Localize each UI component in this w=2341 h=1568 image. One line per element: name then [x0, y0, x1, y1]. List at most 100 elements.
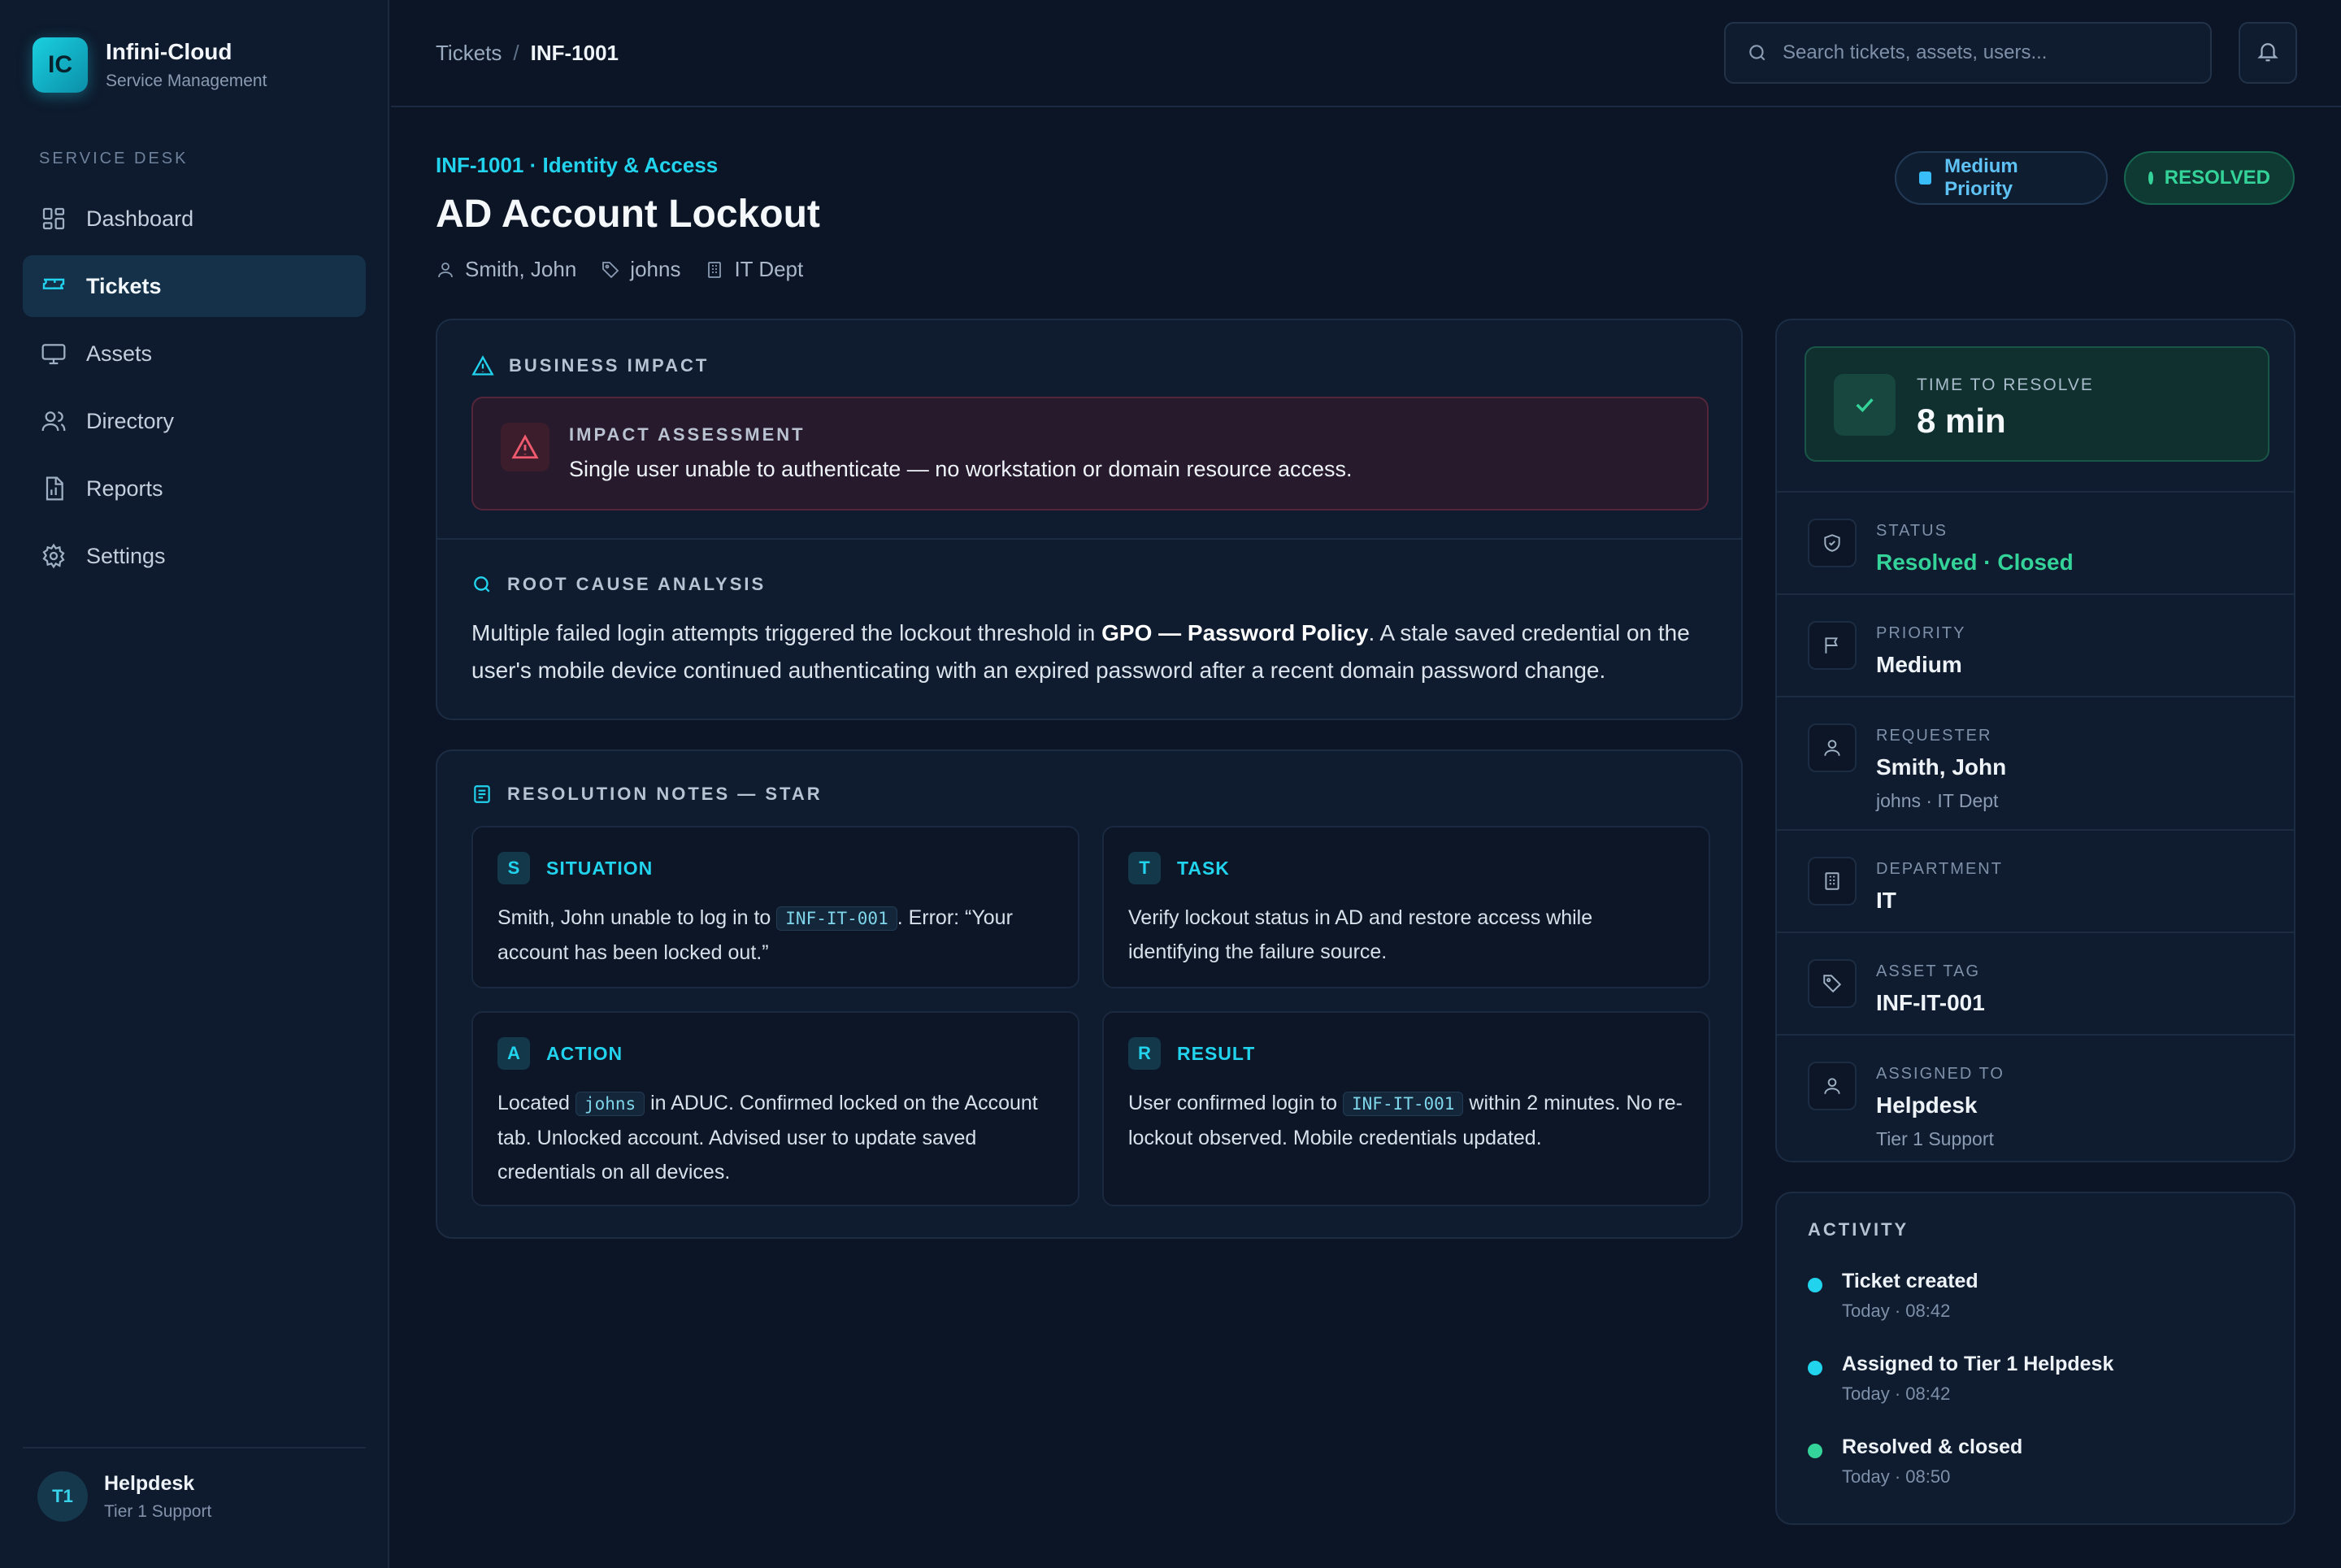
- sidebar-item-label: Settings: [86, 543, 166, 568]
- search-icon: [474, 576, 490, 593]
- topbar: Tickets / INF-1001 Search tickets, assets,…: [391, 0, 2341, 107]
- sidebar-nav: Dashboard Tickets Assets Directory Repor…: [23, 188, 366, 593]
- building-icon: [708, 261, 722, 278]
- tag-icon: [1808, 959, 1857, 1008]
- star-action: A ACTION Located johns in ADUC. Confirmed…: [471, 1011, 1079, 1206]
- priority-badge[interactable]: Medium Priority: [1895, 151, 2108, 205]
- detail-status: STATUS Resolved · Closed: [1777, 491, 2294, 593]
- sidebar-item-tickets[interactable]: Tickets: [23, 255, 366, 317]
- situation-text-start: Smith, John unable to log in to: [497, 906, 777, 929]
- brand-logo: IC: [33, 37, 88, 93]
- nav-section-label: SERVICE DESK: [39, 150, 189, 167]
- users-icon: [39, 406, 68, 436]
- breadcrumb-parent[interactable]: Tickets: [436, 41, 502, 65]
- ticket-details-panel: TIME TO RESOLVE 8 min STATUS Resolved · …: [1775, 319, 2295, 1162]
- star-situation: S SITUATION Smith, John unable to log in …: [471, 826, 1079, 988]
- time-to-resolve: TIME TO RESOLVE 8 min: [1805, 346, 2269, 462]
- status-badge-label: RESOLVED: [2164, 167, 2270, 189]
- impact-assessment-label: IMPACT ASSESSMENT: [569, 424, 806, 445]
- sidebar-item-settings[interactable]: Settings: [23, 525, 366, 587]
- asset-tag-value[interactable]: INF-IT-001: [1876, 990, 1985, 1016]
- action-text: Located johns in ADUC. Confirmed locked …: [497, 1086, 1058, 1189]
- priority-square-icon: [1919, 172, 1932, 185]
- check-icon: [1834, 374, 1896, 436]
- situation-letter-badge: S: [497, 852, 530, 884]
- task-text: Verify lockout status in AD and restore …: [1128, 906, 1593, 963]
- task-title: TASK: [1177, 857, 1230, 879]
- meta-tag-label: johns: [630, 257, 681, 281]
- search-input[interactable]: Search tickets, assets, users...: [1724, 22, 2212, 84]
- activity-item-time: Today · 08:42: [1842, 1301, 1951, 1321]
- action-title: ACTION: [546, 1042, 623, 1064]
- action-text-start: Located: [497, 1092, 575, 1114]
- username-code: johns: [575, 1092, 645, 1116]
- requester-value[interactable]: Smith, John: [1876, 754, 2006, 780]
- detail-assigned-to: ASSIGNED TO Helpdesk Tier 1 Support: [1777, 1034, 2294, 1162]
- rca-text-start: Multiple failed login attempts triggered…: [471, 620, 1102, 645]
- brand[interactable]: IC Infini-Cloud Service Management: [33, 37, 267, 93]
- business-impact-card: BUSINESS IMPACT IMPACT ASSESSMENT Single…: [436, 319, 1743, 720]
- activity-item-title: Assigned to Tier 1 Helpdesk: [1842, 1353, 2114, 1375]
- assigned-label: ASSIGNED TO: [1876, 1065, 2004, 1083]
- bell-icon: [2256, 39, 2280, 67]
- time-to-resolve-label: TIME TO RESOLVE: [1917, 376, 2094, 394]
- resolution-notes-card: RESOLUTION NOTES — STAR S SITUATION Smith…: [436, 749, 1743, 1239]
- result-text: User confirmed login to INF-IT-001 withi…: [1128, 1086, 1689, 1155]
- status-badge[interactable]: RESOLVED: [2124, 151, 2295, 205]
- sidebar-item-dashboard[interactable]: Dashboard: [23, 188, 366, 250]
- sidebar-item-label: Assets: [86, 341, 153, 366]
- page-title: AD Account Lockout: [436, 193, 820, 236]
- result-title: RESULT: [1177, 1042, 1256, 1064]
- meta-dept-label: IT Dept: [734, 257, 804, 281]
- user-name: Helpdesk: [104, 1471, 195, 1495]
- current-user[interactable]: T1 Helpdesk Tier 1 Support: [23, 1447, 366, 1522]
- status-label: STATUS: [1876, 522, 1948, 540]
- situation-text: Smith, John unable to log in to INF-IT-0…: [497, 901, 1058, 970]
- divider: [437, 538, 1741, 540]
- meta-user: Smith, John: [436, 257, 576, 282]
- action-letter-badge: A: [497, 1037, 530, 1070]
- sidebar-item-assets[interactable]: Assets: [23, 323, 366, 384]
- meta-user-label: Smith, John: [465, 257, 577, 281]
- meta-tag: johns: [601, 257, 680, 282]
- notifications-button[interactable]: [2239, 22, 2297, 84]
- assigned-sub: Tier 1 Support: [1876, 1128, 1994, 1149]
- activity-dot-icon: [1808, 1444, 1822, 1458]
- brand-subtitle: Service Management: [106, 72, 267, 90]
- alert-icon: [501, 423, 549, 471]
- status-value: Resolved · Closed: [1876, 549, 2074, 575]
- meta-dept: IT Dept: [705, 257, 803, 282]
- star-task: T TASK Verify lockout status in AD and re…: [1102, 826, 1710, 988]
- task-letter-badge: T: [1128, 852, 1161, 884]
- breadcrumb: Tickets / INF-1001: [436, 41, 619, 66]
- activity-card: ACTIVITY Ticket created Today · 08:42 As…: [1775, 1192, 2295, 1525]
- impact-assessment-text: Single user unable to authenticate — no …: [569, 457, 1353, 481]
- search-icon: [1747, 42, 1768, 63]
- report-icon: [39, 474, 68, 503]
- department-value: IT: [1876, 888, 1896, 913]
- sidebar-item-directory[interactable]: Directory: [23, 390, 366, 452]
- activity-dot-icon: [1808, 1278, 1822, 1292]
- status-dot-icon: [2148, 172, 2153, 185]
- building-icon: [1808, 857, 1857, 906]
- result-letter-badge: R: [1128, 1037, 1161, 1070]
- business-impact-header: BUSINESS IMPACT: [471, 354, 709, 377]
- user-icon: [1808, 723, 1857, 772]
- detail-requester: REQUESTER Smith, John johns · IT Dept: [1777, 696, 2294, 829]
- assigned-value[interactable]: Helpdesk: [1876, 1092, 1978, 1118]
- resolution-notes-title: RESOLUTION NOTES — STAR: [507, 784, 823, 804]
- priority-badge-label: Medium Priority: [1944, 155, 2018, 200]
- asset-tag-label: ASSET TAG: [1876, 962, 1981, 980]
- detail-priority: PRIORITY Medium: [1777, 593, 2294, 696]
- detail-department: DEPARTMENT IT: [1777, 829, 2294, 932]
- priority-label: PRIORITY: [1876, 624, 1966, 642]
- avatar: T1: [37, 1471, 88, 1522]
- requester-sub: johns · IT Dept: [1876, 790, 1999, 811]
- dashboard-icon: [39, 204, 68, 233]
- user-icon: [438, 262, 453, 277]
- result-text-start: User confirmed login to: [1128, 1092, 1344, 1114]
- sidebar-item-reports[interactable]: Reports: [23, 458, 366, 519]
- sidebar-item-label: Tickets: [86, 273, 162, 298]
- ticket-meta: Smith, John johns IT Dept: [436, 257, 827, 282]
- rca-policy-name: GPO — Password Policy: [1101, 620, 1369, 645]
